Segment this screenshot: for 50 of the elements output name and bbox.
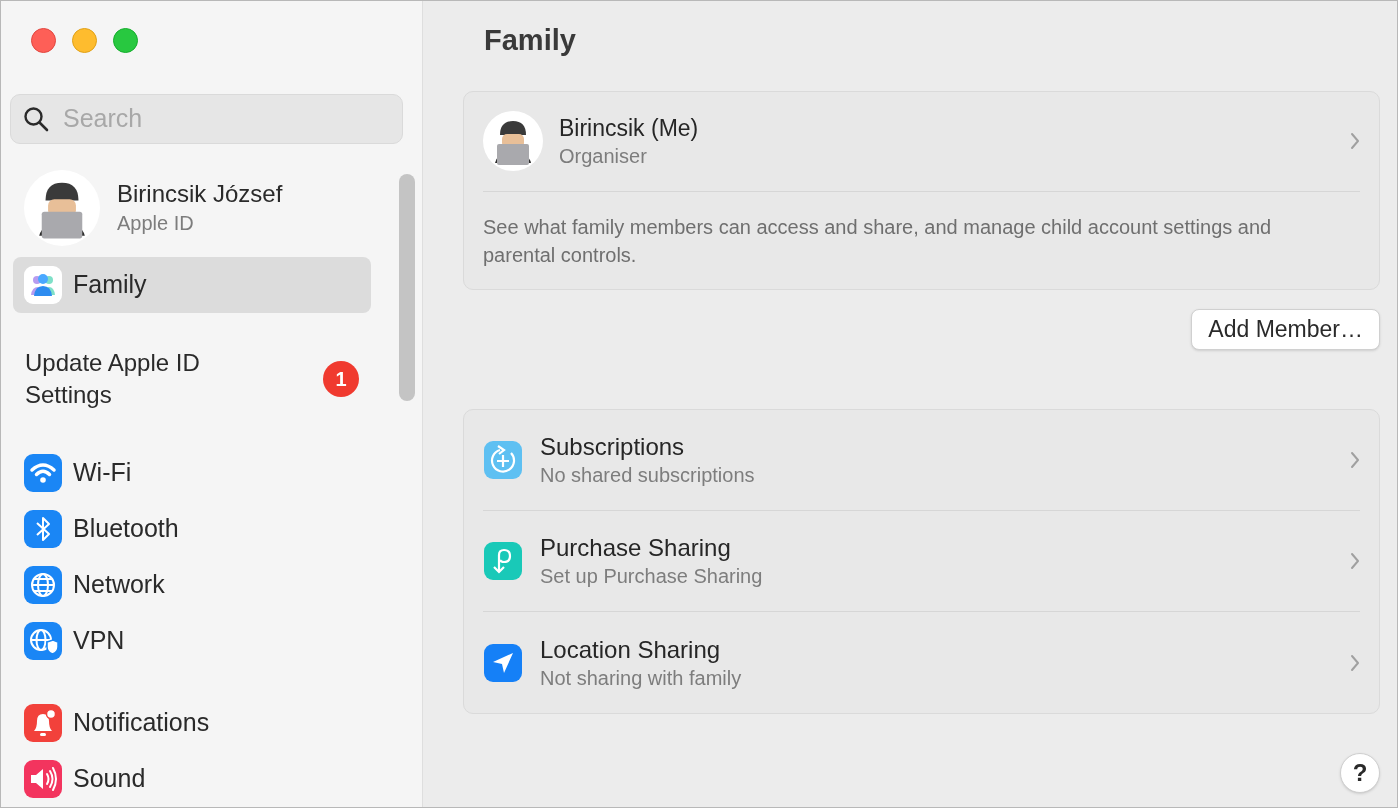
sidebar-item[interactable]: Family xyxy=(13,257,371,313)
chevron-icon xyxy=(1350,451,1360,469)
family-description: See what family members can access and share, and manage child account settings and parental controls. xyxy=(483,215,1273,268)
zoom-window-icon[interactable] xyxy=(113,28,138,53)
help-button[interactable]: ? xyxy=(1340,753,1380,793)
member-name: Birincsik (Me) xyxy=(559,114,700,143)
scrollbar-thumb[interactable] xyxy=(399,174,415,401)
close-window-icon[interactable] xyxy=(31,28,56,53)
search-icon xyxy=(23,106,49,132)
notification-badge: 1 xyxy=(323,361,359,397)
minimize-window-icon[interactable] xyxy=(72,28,97,53)
profile-item[interactable]: Birincsik József Apple ID xyxy=(24,170,364,246)
feature-row[interactable]: Purchase Sharing Set up Purchase Sharing xyxy=(483,511,1360,612)
avatar-icon xyxy=(24,170,100,246)
member-row[interactable]: Birincsik (Me) Organiser xyxy=(483,111,1360,192)
feature-row[interactable]: Subscriptions No shared subscriptions xyxy=(483,410,1360,511)
sidebar-item[interactable]: Notifications xyxy=(13,695,371,751)
feature-title: Subscriptions xyxy=(540,432,686,462)
globe-shield-icon xyxy=(23,621,63,661)
sidebar-item[interactable]: Network xyxy=(13,557,371,613)
search-input[interactable]: Search xyxy=(63,100,363,138)
wifi-icon xyxy=(23,453,63,493)
sidebar-item[interactable]: Bluetooth xyxy=(13,501,371,557)
profile-name: Birincsik József xyxy=(117,179,283,209)
page-title: Family xyxy=(484,23,577,58)
profile-subtitle: Apple ID xyxy=(117,211,195,236)
feature-subtitle: Set up Purchase Sharing xyxy=(540,564,764,589)
sidebar-item[interactable]: Wi-Fi xyxy=(13,445,371,501)
globe-icon xyxy=(23,565,63,605)
purchase-sharing-icon xyxy=(483,541,523,581)
speaker-icon xyxy=(23,759,63,799)
subscriptions-icon xyxy=(483,440,523,480)
family-icon xyxy=(23,265,63,305)
sidebar-item[interactable]: VPN xyxy=(13,613,371,669)
member-role: Organiser xyxy=(559,144,648,169)
search-field[interactable]: Search xyxy=(10,94,403,144)
sidebar-item[interactable]: Sound xyxy=(13,751,371,807)
bell-icon xyxy=(23,703,63,743)
avatar-icon xyxy=(483,111,543,171)
feature-row[interactable]: Location Sharing Not sharing with family xyxy=(483,612,1360,713)
chevron-icon xyxy=(1350,653,1360,672)
feature-subtitle: No shared subscriptions xyxy=(540,463,756,488)
bluetooth-icon xyxy=(23,509,63,549)
sidebar-item[interactable]: Update Apple ID Settings 1 xyxy=(13,347,371,411)
chevron-icon xyxy=(1350,552,1360,570)
add-member-button[interactable]: Add Member… xyxy=(1191,309,1380,350)
chevron-icon xyxy=(1350,132,1360,150)
feature-title: Purchase Sharing xyxy=(540,533,732,563)
feature-title: Location Sharing xyxy=(540,634,722,665)
feature-subtitle: Not sharing with family xyxy=(540,665,743,691)
